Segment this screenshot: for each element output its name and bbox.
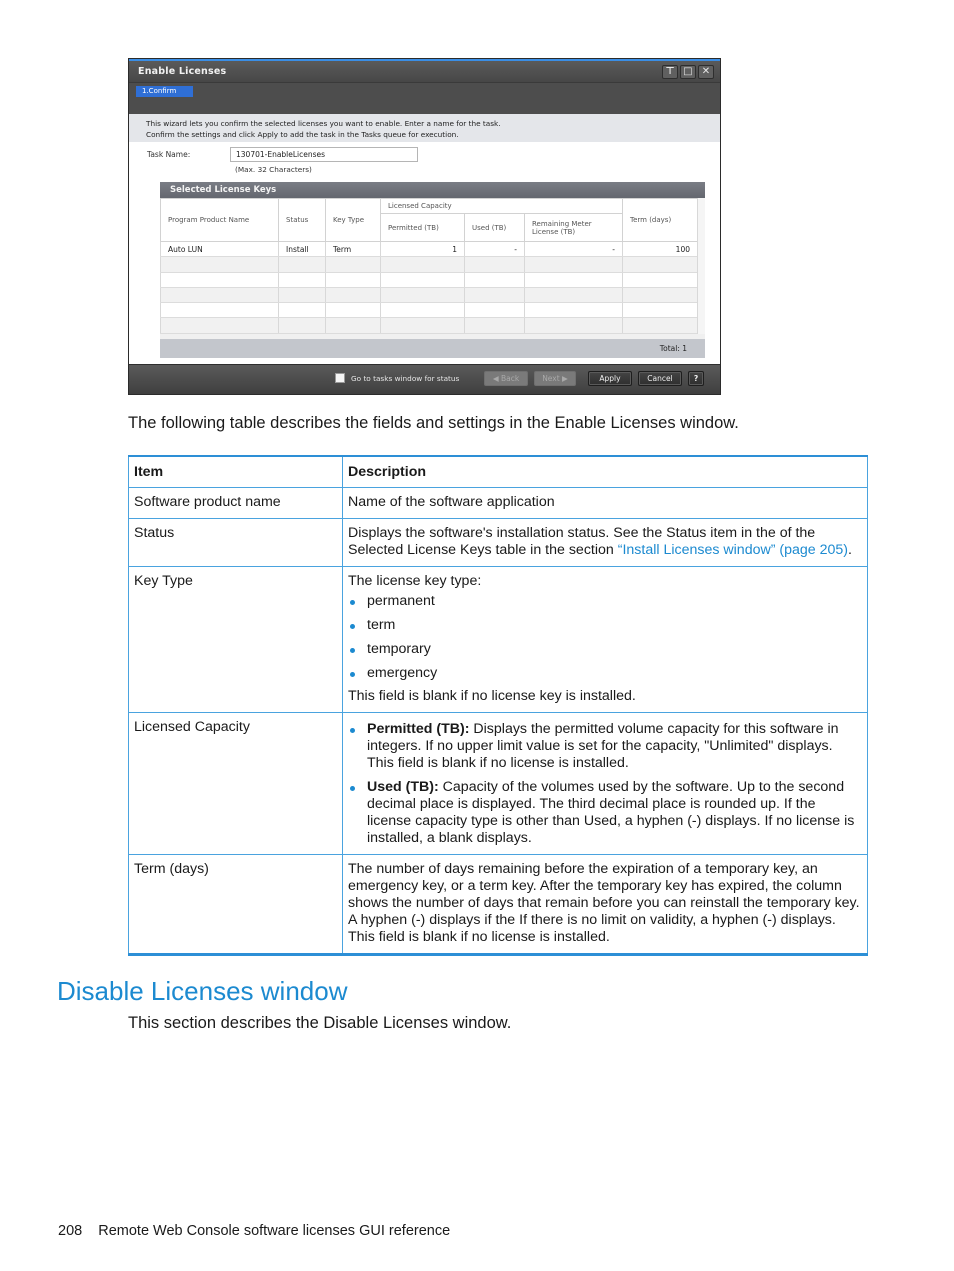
cancel-button[interactable]: Cancel [638,371,682,386]
window-buttons: ⊤ □ ✕ [662,65,714,79]
dialog-title: Enable Licenses [138,66,227,77]
pin-icon[interactable]: ⊤ [662,65,678,79]
page-number: 208 [58,1223,83,1239]
table-total: Total: 1 [160,339,705,358]
empty-row [160,272,698,288]
header-item: Item [128,455,343,488]
description-cell: Permitted (TB): Displays the permitted v… [342,712,868,855]
empty-row [160,287,698,304]
list-term: Used (TB): [367,779,439,795]
column-header[interactable]: Term (days) [622,198,698,242]
list-item: Permitted (TB): Displays the permitted v… [348,721,862,772]
description-text: . [848,542,852,558]
maximize-icon[interactable]: □ [680,65,696,79]
selected-license-keys-panel: Selected License Keys Program Product Na… [160,182,705,358]
section-description: This section describes the Disable Licen… [128,1014,512,1032]
column-header[interactable]: Key Type [325,198,381,242]
table-row: Licensed Capacity Permitted (TB): Displa… [128,712,868,855]
table-row: Software product name Name of the softwa… [128,487,868,519]
info-line: This wizard lets you confirm the selecte… [146,119,501,128]
dialog-footer: Go to tasks window for status ◀ Back Nex… [129,364,720,394]
help-button[interactable]: ? [688,371,704,386]
cell: 100 [622,241,698,258]
step-confirm[interactable]: 1.Confirm [136,86,193,97]
empty-row [160,302,698,319]
task-name-hint: (Max. 32 Characters) [235,165,312,174]
description-cell: The number of days remaining before the … [342,854,868,956]
item-cell: Key Type [128,566,343,713]
column-header[interactable]: Status [278,198,326,242]
item-cell: Term (days) [128,854,343,956]
list-item: temporary [348,641,862,658]
install-licenses-link[interactable]: “Install Licenses window” (page 205) [618,542,848,558]
empty-row [160,317,698,334]
column-header[interactable]: Permitted (TB) [380,213,465,242]
table-row[interactable]: Auto LUN Install Term 1 - - 100 [160,241,698,258]
cell: Term [325,241,381,258]
cell: Auto LUN [160,241,279,258]
list-item: emergency [348,665,862,682]
table-row: Status Displays the software's installat… [128,518,868,567]
fields-table: Item Description Software product name N… [128,455,868,956]
list-item: Used (TB): Capacity of the volumes used … [348,779,862,847]
table-scrollbar[interactable] [697,198,705,334]
empty-row [160,256,698,273]
table-row: Term (days) The number of days remaining… [128,854,868,956]
footer-title: Remote Web Console software licenses GUI… [98,1223,451,1239]
column-header[interactable]: Remaining Meter License (TB) [524,213,623,242]
page-footer: 208 Remote Web Console software licenses… [58,1223,450,1239]
intro-paragraph: The following table describes the fields… [128,414,739,432]
dialog-title-bar: Enable Licenses ⊤ □ ✕ [129,61,720,82]
apply-button[interactable]: Apply [588,371,632,386]
panel-title: Selected License Keys [160,182,705,198]
column-group-header: Licensed Capacity [380,198,623,214]
table-row: Key Type The license key type: permanent… [128,566,868,713]
task-name-input[interactable]: 130701-EnableLicenses [230,147,418,162]
description-note: This field is blank if no license key is… [348,688,636,704]
list-item: term [348,617,862,634]
list-item: permanent [348,593,862,610]
cell: Install [278,241,326,258]
license-keys-table: Program Product Name Status Key Type Lic… [160,198,698,334]
cell: - [524,241,623,258]
column-header[interactable]: Used (TB) [464,213,525,242]
back-button[interactable]: ◀ Back [484,371,528,386]
close-icon[interactable]: ✕ [698,65,714,79]
description-cell: Displays the software's installation sta… [342,518,868,567]
key-type-list: permanent term temporary emergency [348,593,862,682]
description-text: The license key type: [348,573,482,589]
enable-licenses-dialog: Enable Licenses ⊤ □ ✕ 1.Confirm This wiz… [128,58,721,395]
item-cell: Status [128,518,343,567]
description-cell: Name of the software application [342,487,868,519]
header-description: Description [342,455,868,488]
list-text: Capacity of the volumes used by the soft… [367,779,855,846]
info-line: Confirm the settings and click Apply to … [146,130,459,139]
wizard-steps: 1.Confirm [129,82,720,114]
column-header[interactable]: Program Product Name [160,198,279,242]
capacity-list: Permitted (TB): Displays the permitted v… [348,721,862,847]
wizard-info: This wizard lets you confirm the selecte… [129,114,720,142]
cell: - [464,241,525,258]
section-title: Disable Licenses window [57,976,348,1006]
goto-tasks-checkbox[interactable] [335,373,345,383]
task-name-label: Task Name: [147,150,191,159]
description-cell: The license key type: permanent term tem… [342,566,868,713]
goto-tasks-label: Go to tasks window for status [351,374,460,383]
next-button[interactable]: Next ▶ [534,371,576,386]
list-term: Permitted (TB): [367,721,470,737]
cell: 1 [380,241,465,258]
item-cell: Software product name [128,487,343,519]
item-cell: Licensed Capacity [128,712,343,855]
